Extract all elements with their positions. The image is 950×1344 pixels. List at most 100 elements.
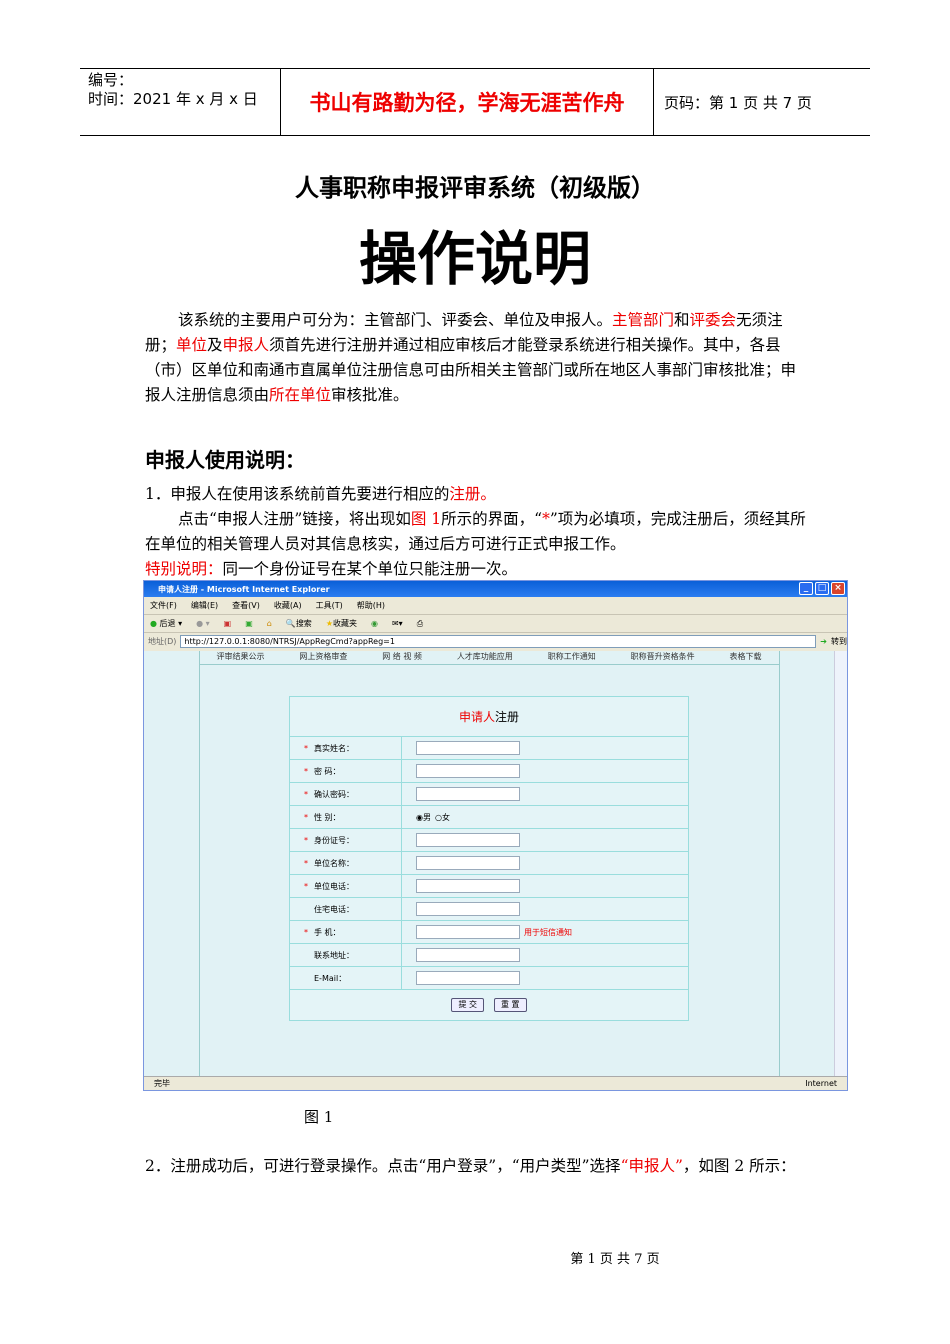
text-input[interactable] (416, 741, 520, 755)
nav-link[interactable]: 网上资格审查 (299, 651, 347, 664)
field-label: 住宅电话： (314, 904, 354, 914)
field-label: 密 码： (314, 766, 341, 776)
subtitle: 人事职称申报评审系统（初级版） (295, 174, 655, 202)
text-input[interactable] (416, 902, 520, 916)
form-row: * 单位名称： (290, 852, 688, 875)
highlight: 评委会 (689, 311, 737, 329)
url-input[interactable]: http://127.0.0.1:8080/NTRSJ/AppRegCmd?ap… (180, 634, 817, 648)
header-table: 编号： 时间：2021 年 x 月 x 日 书山有路勤为径，学海无涯苦作舟 页码：… (80, 68, 870, 136)
home-icon[interactable]: ⌂ (267, 619, 272, 628)
form-row: * 密 码： (290, 760, 688, 783)
refresh-icon[interactable]: ▣ (245, 619, 253, 628)
go-button[interactable]: 转到 (831, 636, 847, 647)
step1: 1．申报人在使用该系统前首先要进行相应的注册。 (145, 482, 810, 507)
form-title-red: 申请人 (458, 710, 495, 724)
menu-item[interactable]: 查看(V) (232, 600, 260, 611)
radio-female[interactable]: ○女 (435, 812, 450, 823)
menu-item[interactable]: 收藏(A) (274, 600, 302, 611)
go-icon[interactable]: ➔ (820, 637, 827, 646)
nav-link[interactable]: 人才库功能应用 (457, 651, 513, 664)
nav-link[interactable]: 职称晋升资格条件 (631, 651, 695, 664)
nav-link[interactable]: 职称工作通知 (548, 651, 596, 664)
highlight: 特别说明： (145, 560, 223, 578)
menu-bar: 文件(F) 编辑(E) 查看(V) 收藏(A) 工具(T) 帮助(H) (144, 597, 847, 615)
history-icon[interactable]: ◉ (371, 619, 378, 628)
title-bar: 申请人注册 - Microsoft Internet Explorer _ □ × (144, 581, 847, 597)
number-label: 编号： (88, 71, 134, 89)
status-zone: Internet (805, 1079, 837, 1088)
text-input[interactable] (416, 856, 520, 870)
figure-caption: 图 1 (304, 1108, 334, 1126)
required-marker: * (304, 835, 308, 845)
window-title: 申请人注册 - Microsoft Internet Explorer (158, 584, 330, 594)
required-marker: * (304, 766, 308, 776)
maximize-icon[interactable]: □ (815, 582, 829, 595)
text: 和 (674, 311, 690, 329)
text: 1．申报人在使用该系统前首先要进行相应的 (145, 485, 450, 503)
reset-button[interactable]: 重 置 (494, 998, 527, 1012)
form-row: * 确认密码： (290, 783, 688, 806)
back-label: 后退 (159, 619, 176, 628)
field-label: 确认密码： (314, 789, 354, 799)
form-row: * 真实姓名： (290, 737, 688, 760)
back-button[interactable]: ● 后退 ▾ (150, 618, 182, 629)
menu-item[interactable]: 帮助(H) (357, 600, 385, 611)
scrollbar[interactable] (834, 651, 847, 1077)
nav-link[interactable]: 表格下载 (730, 651, 762, 664)
page-content: 评审结果公示 网上资格审查 网 络 视 频 人才库功能应用 职称工作通知 职称晋升资格条件… (144, 651, 836, 1077)
page-footer: 第 1 页 共 7 页 (570, 1252, 660, 1267)
highlight: 单位 (176, 336, 208, 354)
registration-form: 申请人注册 * 真实姓名： * 密 码： * 确认密码： * 性 别： ◉男 ○女 * 身份证号： *… (289, 696, 689, 1021)
menu-item[interactable]: 编辑(E) (191, 600, 218, 611)
text: 2．注册成功后，可进行登录操作。点击“用户登录”，“用户类型”选择 (145, 1157, 621, 1175)
field-label: 联系地址： (314, 950, 354, 960)
female-label: 女 (441, 812, 450, 822)
back-icon: ● (150, 619, 157, 628)
note: 特别说明：同一个身份证号在某个单位只能注册一次。 (145, 557, 810, 582)
highlight: 注册。 (449, 485, 496, 503)
text-input[interactable] (416, 879, 520, 893)
field-hint: 用于短信通知 (524, 927, 572, 937)
search-label: 搜索 (295, 619, 312, 628)
toolbar: ● 后退 ▾ ● ▾ ▣ ▣ ⌂ 🔍搜索 ★收藏夹 ◉ ✉▾ ⎙ (144, 615, 847, 633)
form-title-rest: 注册 (495, 710, 520, 724)
text-input[interactable] (416, 764, 520, 778)
form-row: 联系地址： (290, 944, 688, 967)
nav-link[interactable]: 网 络 视 频 (382, 651, 422, 664)
field-label: 身份证号： (314, 835, 354, 845)
favorites-button[interactable]: ★收藏夹 (326, 618, 357, 629)
intro-paragraph: 该系统的主要用户可分为：主管部门、评委会、单位及申报人。主管部门和评委会无须注册… (145, 308, 810, 408)
field-label: 真实姓名： (314, 743, 354, 753)
field-label: E-Mail： (314, 973, 347, 983)
highlight: “申报人” (620, 1157, 683, 1175)
highlight: 图 1 (410, 510, 442, 528)
text-input[interactable] (416, 925, 520, 939)
highlight: 申报人 (222, 336, 270, 354)
text-input[interactable] (416, 833, 520, 847)
forward-icon[interactable]: ● ▾ (196, 619, 210, 628)
step2: 2．注册成功后，可进行登录操作。点击“用户登录”，“用户类型”选择“申报人”，如… (145, 1154, 815, 1179)
page-info: 页码：第 1 页 共 7 页 (664, 93, 812, 112)
required-marker: * (304, 881, 308, 891)
mail-icon[interactable]: ✉▾ (392, 619, 403, 628)
field-label: 手 机： (314, 927, 341, 937)
stop-icon[interactable]: ▣ (224, 619, 232, 628)
address-label: 地址(D) (148, 636, 177, 646)
menu-item[interactable]: 工具(T) (316, 600, 343, 611)
required-marker: * (304, 743, 308, 753)
menu-item[interactable]: 文件(F) (150, 600, 177, 611)
close-icon[interactable]: × (831, 582, 845, 595)
submit-button[interactable]: 提 交 (451, 998, 484, 1012)
search-button[interactable]: 🔍搜索 (286, 618, 312, 629)
minimize-icon[interactable]: _ (799, 582, 813, 595)
text: 同一个身份证号在某个单位只能注册一次。 (222, 560, 518, 578)
nav-link[interactable]: 评审结果公示 (216, 651, 264, 664)
radio-male[interactable]: ◉男 (416, 812, 431, 823)
site-nav: 评审结果公示 网上资格审查 网 络 视 频 人才库功能应用 职称工作通知 职称晋升资格条件… (199, 651, 779, 665)
text: 所示的界面，“ (441, 510, 543, 528)
text-input[interactable] (416, 948, 520, 962)
text-input[interactable] (416, 787, 520, 801)
text-input[interactable] (416, 971, 520, 985)
highlight: 主管部门 (612, 311, 675, 329)
print-icon[interactable]: ⎙ (417, 619, 423, 629)
